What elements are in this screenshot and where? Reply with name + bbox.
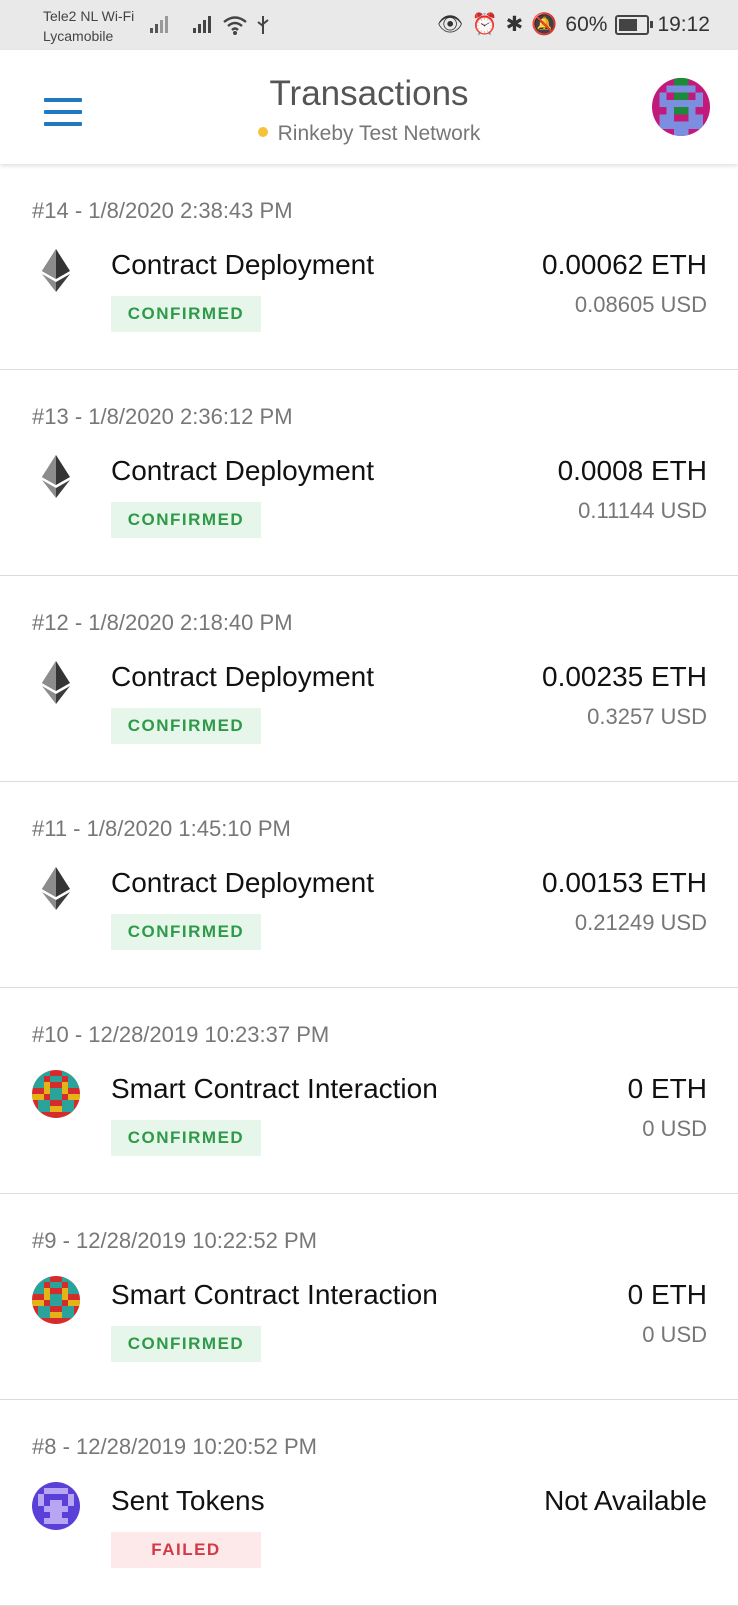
- transaction-header: #12 - 1/8/2020 2:18:40 PM: [32, 610, 293, 635]
- avatar-identicon-icon: [652, 78, 710, 136]
- battery-icon: [615, 14, 654, 35]
- battery-percent: 60%: [565, 12, 608, 36]
- eth-amount: Not Available: [544, 1485, 707, 1516]
- transaction-type: Smart Contract Interaction: [111, 1279, 438, 1310]
- status-badge: CONFIRMED: [111, 1326, 261, 1362]
- transaction-type: Contract Deployment: [111, 249, 375, 280]
- usd-amount: 0.3257 USD: [587, 704, 707, 729]
- carrier-line-1: Tele2 NL Wi-Fi: [43, 8, 135, 24]
- eth-amount: 0.00062 ETH: [542, 249, 707, 280]
- bluetooth-icon: ✱: [505, 13, 524, 36]
- wifi-icon: [223, 16, 247, 35]
- network-name: Rinkeby Test Network: [277, 122, 481, 145]
- account-avatar[interactable]: [652, 78, 710, 136]
- eth-amount: 0.00153 ETH: [542, 867, 707, 898]
- status-badge: CONFIRMED: [111, 1120, 261, 1156]
- transaction-type: Smart Contract Interaction: [111, 1073, 438, 1104]
- transaction-header: #13 - 1/8/2020 2:36:12 PM: [32, 404, 293, 429]
- status-right: 👁 ⏰ ✱ 🔕 60% 19:12: [437, 12, 710, 37]
- contract-identicon-icon: [32, 1276, 80, 1324]
- signal-1-icon: [150, 16, 168, 33]
- transaction-item[interactable]: #10 - 12/28/2019 10:23:37 PM Smart Contr…: [0, 988, 738, 1194]
- transaction-type: Sent Tokens: [111, 1485, 265, 1516]
- network-indicator[interactable]: Rinkeby Test Network: [0, 122, 738, 146]
- app-header: Transactions Rinkeby Test Network: [0, 50, 738, 164]
- usd-amount: 0.11144 USD: [578, 498, 707, 523]
- transaction-item[interactable]: #8 - 12/28/2019 10:20:52 PM Sent Tokens …: [0, 1400, 738, 1606]
- eth-amount: 0 ETH: [627, 1073, 707, 1104]
- status-badge: CONFIRMED: [111, 296, 261, 332]
- transaction-item[interactable]: #12 - 1/8/2020 2:18:40 PM Contract Deplo…: [0, 576, 738, 782]
- transaction-type: Contract Deployment: [111, 867, 375, 898]
- status-badge: CONFIRMED: [111, 502, 261, 538]
- transaction-item[interactable]: #9 - 12/28/2019 10:22:52 PM Smart Contra…: [0, 1194, 738, 1400]
- transaction-item[interactable]: #13 - 1/8/2020 2:36:12 PM Contract Deplo…: [0, 370, 738, 576]
- signal-2-icon: [193, 16, 211, 33]
- alarm-icon: ⏰: [471, 12, 498, 36]
- usd-amount: 0 USD: [642, 1116, 707, 1141]
- status-bar: Tele2 NL Wi-Fi Lycamobile 👁 ⏰ ✱ 🔕 60% 19…: [0, 0, 738, 50]
- carrier-info: Tele2 NL Wi-Fi Lycamobile: [43, 6, 134, 46]
- usb-icon: [257, 16, 269, 34]
- usd-amount: 0.21249 USD: [574, 910, 707, 935]
- page-title: Transactions: [269, 74, 469, 113]
- eth-amount: 0 ETH: [627, 1279, 707, 1310]
- transaction-header: #10 - 12/28/2019 10:23:37 PM: [32, 1022, 330, 1047]
- transaction-header: #9 - 12/28/2019 10:22:52 PM: [32, 1228, 317, 1253]
- ethereum-icon: [42, 249, 70, 292]
- transaction-header: #8 - 12/28/2019 10:20:52 PM: [32, 1434, 317, 1459]
- token-identicon-icon: [32, 1482, 80, 1530]
- status-badge: FAILED: [111, 1532, 261, 1568]
- transaction-type: Contract Deployment: [111, 455, 375, 486]
- network-status-dot: [257, 127, 268, 138]
- eth-amount: 0.00235 ETH: [542, 661, 707, 692]
- usd-amount: 0.08605 USD: [574, 292, 707, 317]
- carrier-line-2: Lycamobile: [43, 28, 114, 44]
- transaction-item[interactable]: #14 - 1/8/2020 2:38:43 PM Contract Deplo…: [0, 164, 738, 370]
- transaction-list: #14 - 1/8/2020 2:38:43 PM Contract Deplo…: [0, 164, 738, 1606]
- ethereum-icon: [42, 867, 70, 910]
- status-badge: CONFIRMED: [111, 708, 261, 744]
- transaction-header: #14 - 1/8/2020 2:38:43 PM: [32, 198, 293, 223]
- transaction-header: #11 - 1/8/2020 1:45:10 PM: [32, 816, 291, 841]
- status-badge: CONFIRMED: [111, 914, 261, 950]
- ethereum-icon: [42, 455, 70, 498]
- mute-bell-icon: 🔕: [531, 12, 558, 36]
- transaction-item[interactable]: #11 - 1/8/2020 1:45:10 PM Contract Deplo…: [0, 782, 738, 988]
- ethereum-icon: [42, 661, 70, 704]
- clock: 19:12: [657, 12, 710, 36]
- usd-amount: 0 USD: [642, 1322, 707, 1347]
- contract-identicon-icon: [32, 1070, 80, 1118]
- eye-icon: 👁: [436, 12, 464, 36]
- transaction-type: Contract Deployment: [111, 661, 375, 692]
- eth-amount: 0.0008 ETH: [557, 455, 707, 486]
